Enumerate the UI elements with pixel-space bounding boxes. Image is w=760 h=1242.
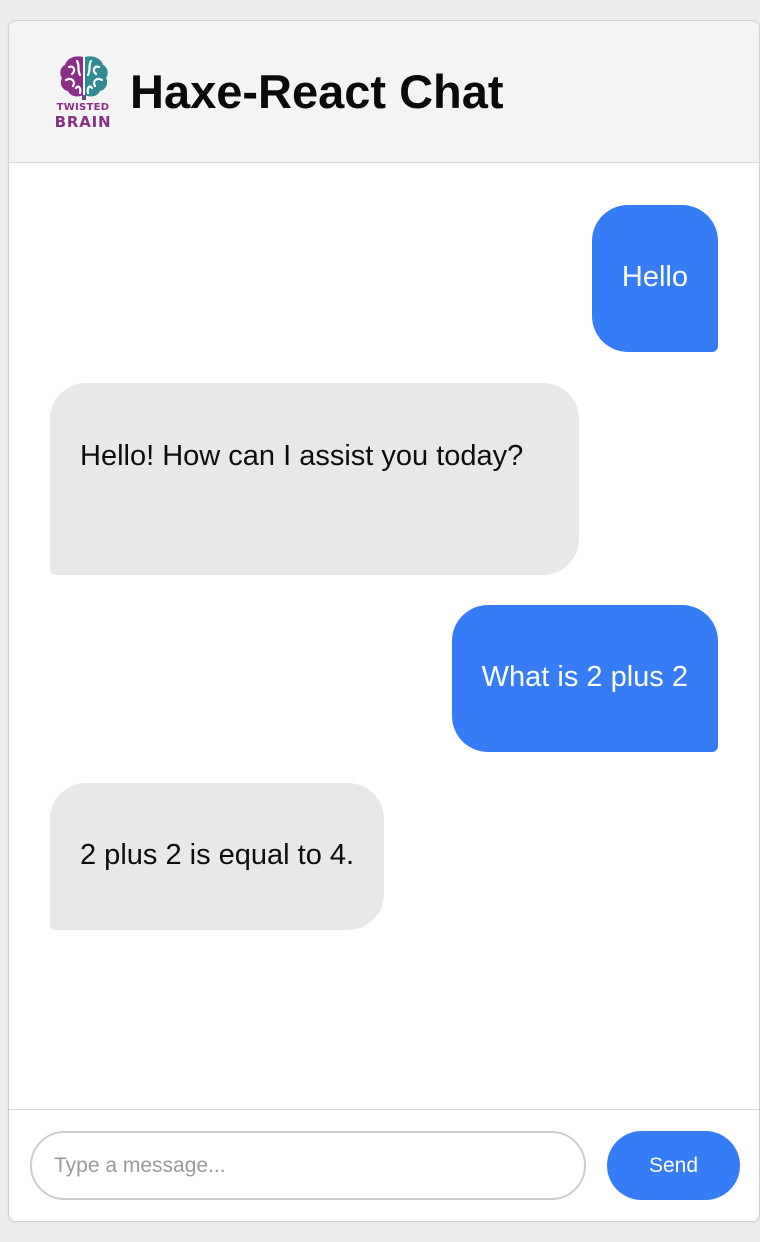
- user-message: What is 2 plus 2: [451, 605, 718, 752]
- page-title: Haxe-React Chat: [130, 65, 504, 118]
- user-message: Hello: [591, 205, 718, 352]
- brain-icon: [60, 56, 108, 100]
- twisted-brain-logo: TWISTED BRAIN: [53, 53, 115, 133]
- message-input[interactable]: [30, 1131, 586, 1200]
- chat-header: TWISTED BRAIN Haxe-React Chat: [9, 21, 759, 163]
- chat-window: TWISTED BRAIN Haxe-React Chat Hello Hell…: [8, 20, 760, 1222]
- send-button[interactable]: Send: [607, 1131, 740, 1200]
- message-list: Hello Hello! How can I assist you today?…: [9, 163, 759, 1110]
- assistant-message: 2 plus 2 is equal to 4.: [50, 783, 385, 930]
- logo-wordmark-top: TWISTED: [56, 102, 110, 113]
- composer-bar: Send: [9, 1109, 759, 1221]
- assistant-message: Hello! How can I assist you today?: [50, 383, 579, 575]
- logo-wordmark-bottom: BRAIN: [54, 113, 112, 131]
